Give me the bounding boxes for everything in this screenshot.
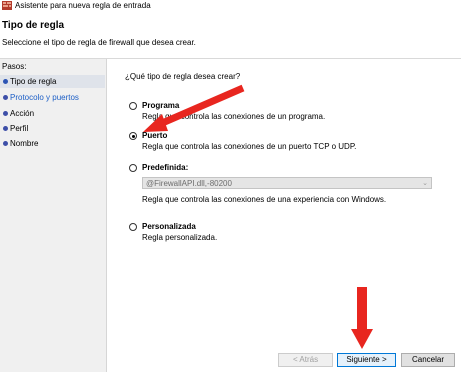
steps-sidebar: Pasos: Tipo de regla Protocolo y puertos…: [0, 59, 107, 372]
wizard-content: ¿Qué tipo de regla desea crear? Programa…: [107, 59, 461, 372]
option-title[interactable]: Predefinida:: [142, 163, 188, 172]
step-bullet-icon: [3, 79, 8, 84]
title-bar: Asistente para nueva regla de entrada: [0, 0, 461, 11]
back-button[interactable]: < Atrás: [278, 353, 333, 367]
step-label[interactable]: Protocolo y puertos: [10, 91, 79, 104]
step-label: Nombre: [10, 139, 39, 148]
option-title[interactable]: Programa: [142, 101, 179, 110]
option-title[interactable]: Personalizada: [142, 222, 196, 231]
step-label: Tipo de regla: [10, 77, 57, 86]
predefined-rule-value: @FirewallAPI.dll,-80200: [146, 179, 232, 188]
page-title: Tipo de regla: [2, 20, 65, 31]
steps-label: Pasos:: [2, 62, 27, 71]
radio-puerto[interactable]: [129, 132, 137, 140]
step-bullet-icon: [3, 111, 8, 116]
next-button[interactable]: Siguiente >: [337, 353, 396, 367]
step-bullet-icon: [3, 141, 8, 146]
step-protocolo-y-puertos[interactable]: Protocolo y puertos: [0, 91, 105, 104]
option-description: Regla que controla las conexiones de un …: [142, 112, 326, 121]
option-description: Regla que controla las conexiones de un …: [142, 142, 357, 151]
step-tipo-de-regla: Tipo de regla: [0, 75, 105, 88]
page-subtitle: Seleccione el tipo de regla de firewall …: [2, 38, 196, 47]
radio-personalizada[interactable]: [129, 223, 137, 231]
predefined-rule-select[interactable]: @FirewallAPI.dll,-80200 ⌄: [142, 177, 432, 189]
rule-type-question: ¿Qué tipo de regla desea crear?: [125, 72, 241, 81]
predefined-description: Regla que controla las conexiones de una…: [142, 195, 387, 204]
step-label: Acción: [10, 109, 35, 118]
window-title: Asistente para nueva regla de entrada: [15, 1, 151, 10]
step-label: Perfil: [10, 124, 29, 133]
option-title[interactable]: Puerto: [142, 131, 167, 140]
radio-predefinida[interactable]: [129, 164, 137, 172]
radio-programa[interactable]: [129, 102, 137, 110]
firewall-app-icon: [2, 1, 12, 10]
step-nombre: Nombre: [0, 137, 105, 150]
cancel-button[interactable]: Cancelar: [401, 353, 455, 367]
option-description: Regla personalizada.: [142, 233, 218, 242]
step-bullet-icon: [3, 95, 8, 100]
step-accion: Acción: [0, 107, 105, 120]
step-bullet-icon: [3, 126, 8, 131]
wizard-header: Tipo de regla Seleccione el tipo de regl…: [0, 11, 461, 59]
step-perfil: Perfil: [0, 122, 105, 135]
chevron-down-icon: ⌄: [422, 180, 428, 187]
